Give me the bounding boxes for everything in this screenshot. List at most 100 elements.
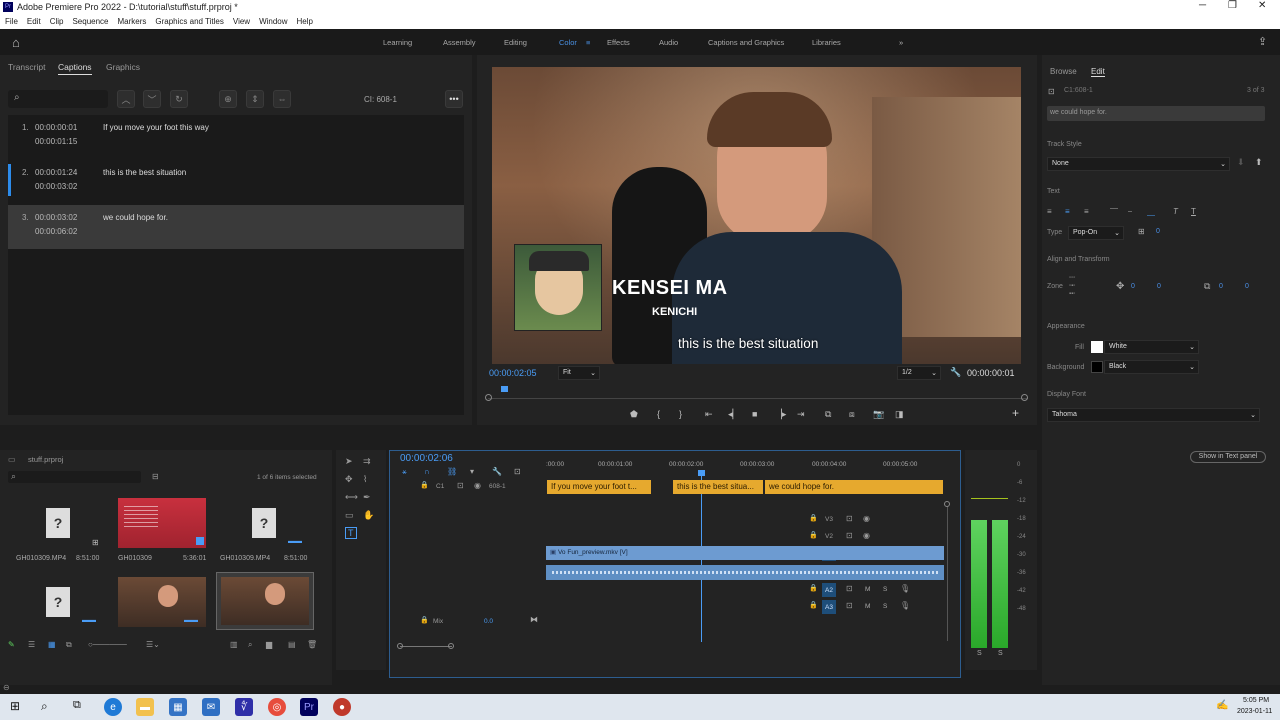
store-icon[interactable]: ▦ (169, 698, 187, 716)
position-x[interactable]: 0 (1131, 283, 1135, 290)
video-frame[interactable]: KENSEI MA KENICHI this is the best situa… (492, 67, 1021, 364)
vertical-scroll[interactable] (947, 506, 948, 641)
caption-text-field[interactable]: we could hope for. (1047, 106, 1265, 121)
home-icon[interactable]: ⌂ (12, 35, 20, 50)
timeline-timecode[interactable]: 00:00:02:06 (400, 453, 453, 464)
mark-out-icon[interactable]: } (679, 409, 682, 419)
vscroll-handle[interactable] (944, 501, 950, 507)
find-icon[interactable]: ⌕ (248, 640, 252, 650)
caption-end[interactable]: 00:00:06:02 (35, 227, 77, 236)
time-ruler[interactable]: :00:00 00:00:01:00 00:00:02:00 00:00:03:… (546, 461, 946, 471)
tab-edit[interactable]: Edit (1091, 67, 1105, 77)
pencil-icon[interactable]: ✎ (8, 640, 15, 649)
caption-start[interactable]: 00:00:01:24 (35, 168, 77, 177)
mail-icon[interactable]: ✉ (202, 698, 220, 716)
video-clip[interactable]: ▣ Vo Fun_preview.mkv [V] (546, 546, 944, 560)
clock-date[interactable]: 2023-01-11 (1237, 708, 1272, 715)
zoom-handle-left[interactable] (397, 643, 403, 649)
premiere-taskbar-icon[interactable]: Pr (300, 698, 318, 716)
slip-tool-icon[interactable]: ⟷ (345, 492, 358, 503)
ripple-edit-tool-icon[interactable]: ✥ (345, 474, 353, 485)
project-item-3[interactable]: ? ▬▬ (220, 498, 308, 548)
snap-icon[interactable]: ∩ (424, 467, 430, 476)
close-button[interactable]: ✕ (1258, 0, 1266, 11)
zone-grid-icon[interactable]: ▫▫▫ ▫▪▫ ▪▪▫ (1069, 274, 1095, 300)
ws-learning[interactable]: Learning (383, 38, 412, 47)
prev-caption-button[interactable]: ︿ (117, 90, 135, 108)
microphone-icon[interactable]: 🎙 (900, 601, 910, 610)
microphone-icon[interactable]: 🎙 (900, 584, 910, 593)
menu-item-edit[interactable]: Edit (27, 17, 41, 26)
background-swatch[interactable] (1091, 361, 1103, 373)
ws-audio[interactable]: Audio (659, 38, 678, 47)
edge-icon[interactable]: e (104, 698, 122, 716)
project-search-input[interactable]: ⌕ (8, 471, 141, 483)
solo-right-button[interactable]: S (998, 650, 1003, 657)
lock-icon[interactable]: 🔒 (420, 616, 429, 624)
menu-item-window[interactable]: Window (259, 17, 287, 26)
maths-app-icon[interactable]: ∜ (235, 698, 253, 716)
resolution-select[interactable]: 1/2 ⌄ (897, 366, 941, 380)
tab-graphics[interactable]: Graphics (106, 62, 140, 72)
stop-icon[interactable]: ■ (752, 409, 757, 419)
sync-icon[interactable]: ⊡ (846, 584, 853, 593)
file-explorer-icon[interactable]: ▬ (136, 698, 154, 716)
camera-icon[interactable]: 📷 (873, 409, 884, 420)
tab-transcript[interactable]: Transcript (8, 62, 45, 72)
lock-icon[interactable]: 🔒 (420, 481, 429, 489)
audio-clip[interactable] (546, 565, 944, 580)
tab-browse[interactable]: Browse (1050, 67, 1077, 76)
search-icon[interactable]: ⌕ (41, 699, 48, 714)
add-caption-button[interactable]: ⊕ (219, 90, 237, 108)
trash-icon[interactable]: 🗑 (307, 640, 317, 649)
rectangle-tool-icon[interactable]: ▭ (345, 510, 354, 521)
mix-value[interactable]: 0.0 (484, 618, 493, 625)
zoom-slider[interactable]: ○────── (88, 640, 127, 649)
ws-effects[interactable]: Effects (607, 38, 630, 47)
solo-button[interactable]: S (883, 586, 887, 593)
align-top-icon[interactable]: ⎺ (1110, 207, 1118, 217)
menu-item-clip[interactable]: Clip (50, 17, 64, 26)
ws-assembly[interactable]: Assembly (443, 38, 476, 47)
split-caption-button[interactable]: ⇕ (246, 90, 264, 108)
caption-clip-1[interactable]: If you move your foot t... (547, 480, 651, 494)
menu-item-graphics-and-titles[interactable]: Graphics and Titles (155, 17, 223, 26)
wrench-icon[interactable]: 🔧 (950, 367, 961, 378)
chrome-icon[interactable]: ◎ (268, 698, 286, 716)
underline-icon[interactable]: T (1191, 207, 1196, 216)
menu-item-view[interactable]: View (233, 17, 250, 26)
align-left-icon[interactable]: ≡ (1047, 207, 1052, 216)
playhead-timecode[interactable]: 00:00:02:05 (489, 368, 537, 378)
icon-view-icon[interactable]: ▦ (48, 640, 56, 649)
step-forward-icon[interactable]: ▕▸ (775, 409, 786, 420)
fill-select[interactable]: White ⌄ (1104, 340, 1199, 354)
list-view-icon[interactable]: ☰ (28, 640, 35, 649)
lock-icon[interactable]: 🔒 (809, 514, 818, 522)
menu-lines-icon[interactable]: ≡ (586, 38, 590, 47)
lock-icon[interactable]: 🔒 (809, 531, 818, 539)
zoom-scroll-bar[interactable] (400, 646, 452, 647)
fit-select[interactable]: Fit ⌄ (558, 366, 600, 380)
type-tool-icon[interactable]: T (345, 527, 357, 539)
show-in-text-panel-button[interactable]: Show in Text panel (1190, 451, 1266, 463)
fill-swatch[interactable] (1091, 341, 1103, 353)
background-select[interactable]: Black ⌄ (1104, 360, 1199, 374)
pen-tool-icon[interactable]: ✒ (363, 492, 371, 503)
zoom-handle-right[interactable] (448, 643, 454, 649)
tab-captions[interactable]: Captions (58, 62, 92, 75)
freeform-view-icon[interactable]: ⧉ (66, 640, 72, 650)
clock-time[interactable]: 5:05 PM (1243, 697, 1269, 704)
caption-text[interactable]: this is the best situation (103, 168, 186, 177)
eye-icon[interactable]: ◉ (863, 514, 870, 523)
ws-libraries[interactable]: Libraries (812, 38, 841, 47)
razor-tool-icon[interactable]: ⌇ (363, 474, 367, 485)
scrub-end-handle[interactable] (1021, 394, 1028, 401)
linked-selection-icon[interactable]: ⛓ (447, 467, 457, 476)
eye-icon[interactable]: ◉ (863, 531, 870, 540)
app-icon[interactable]: ● (333, 698, 351, 716)
track-select-tool-icon[interactable]: ⇉ (363, 456, 371, 467)
new-item-icon[interactable]: ▤ (288, 640, 296, 649)
sort-icon[interactable]: ☰⌄ (146, 640, 160, 649)
project-item-4[interactable]: ? ▬▬ (16, 577, 104, 627)
automate-icon[interactable]: ▥ (230, 640, 238, 649)
